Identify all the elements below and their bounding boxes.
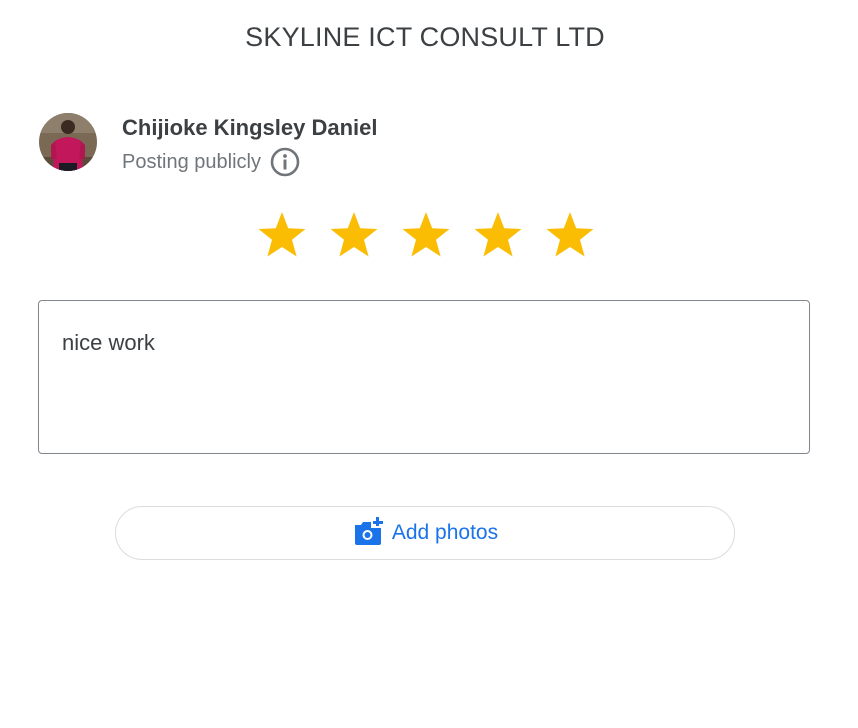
star-rating [256,209,596,261]
avatar [39,113,97,171]
star-4-icon[interactable] [472,209,524,261]
user-name: Chijioke Kingsley Daniel [122,115,378,140]
star-1-icon[interactable] [256,209,308,261]
review-textarea[interactable]: nice work [38,300,810,454]
add-photo-camera-icon [352,516,384,548]
info-icon[interactable] [270,147,300,177]
posting-status: Posting publicly [122,151,261,173]
review-text: nice work [62,330,155,355]
add-photos-label: Add photos [391,521,499,544]
star-2-icon[interactable] [328,209,380,261]
business-title: SKYLINE ICT CONSULT LTD [245,22,605,52]
user-info: Chijioke Kingsley Daniel Posting publicl… [122,114,378,177]
user-row: Chijioke Kingsley Daniel Posting publicl… [39,113,378,177]
star-5-icon[interactable] [544,209,596,261]
star-3-icon[interactable] [400,209,452,261]
add-photos-button[interactable]: Add photos [115,506,735,560]
posting-status-row: Posting publicly [122,147,378,177]
